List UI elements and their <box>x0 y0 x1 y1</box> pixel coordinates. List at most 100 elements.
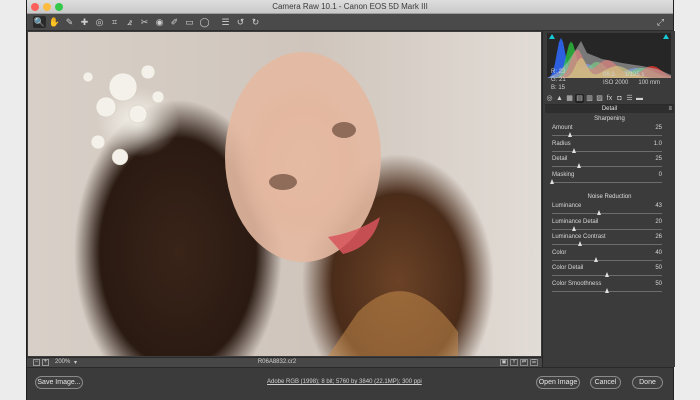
slider-label: Amount <box>552 125 573 131</box>
blue-readout: B: 15 <box>551 85 566 91</box>
slider-luminance-detail[interactable]: Luminance Detail 20 <box>552 219 662 234</box>
slider-value[interactable]: 1.0 <box>654 141 662 147</box>
slider-color[interactable]: Color 40 <box>552 250 662 265</box>
zoom-in-button[interactable]: + <box>42 359 49 366</box>
swap-settings-button[interactable]: ⇄ <box>520 359 528 366</box>
slider-track[interactable] <box>552 163 662 169</box>
slider-masking[interactable]: Masking 0 <box>549 172 662 187</box>
slider-radius[interactable]: Radius 1.0 <box>552 141 662 156</box>
slider-detail[interactable]: Detail 25 <box>552 156 662 171</box>
photo-preview[interactable] <box>28 32 541 356</box>
snapshots-tab-icon[interactable]: ▬ <box>635 94 644 103</box>
slider-track[interactable] <box>552 210 662 215</box>
close-window-button[interactable] <box>31 3 39 11</box>
crop-icon[interactable]: ⌗ <box>108 16 121 28</box>
rotate-cw-icon[interactable]: ↻ <box>249 16 262 28</box>
slider-thumb[interactable] <box>604 272 609 278</box>
zoom-level[interactable]: 200% <box>55 359 70 365</box>
basic-tab-icon[interactable]: ◎ <box>545 94 554 103</box>
slider-value[interactable]: 50 <box>655 281 662 287</box>
slider-value[interactable]: 50 <box>655 265 662 271</box>
open-image-button[interactable]: Open Image <box>536 376 580 389</box>
slider-label: Radius <box>552 140 571 147</box>
slider-value[interactable]: 0 <box>659 172 662 178</box>
slider-thumb[interactable] <box>571 147 576 153</box>
rotate-ccw-icon[interactable]: ↺ <box>234 16 247 28</box>
tone-curve-tab-icon[interactable]: ▲ <box>555 94 564 103</box>
lens-corrections-tab-icon[interactable]: ▨ <box>595 94 604 103</box>
slider-thumb[interactable] <box>604 288 609 293</box>
white-balance-icon[interactable]: ✎ <box>63 16 76 28</box>
slider-track[interactable] <box>552 288 662 293</box>
slider-value[interactable]: 25 <box>655 156 662 162</box>
shadow-clipping-warning-icon[interactable] <box>549 34 555 39</box>
zoom-window-button[interactable] <box>55 3 63 11</box>
slider-track[interactable] <box>552 241 662 247</box>
effects-tab-icon[interactable]: fx <box>605 94 614 103</box>
slider-track[interactable] <box>552 132 662 137</box>
targeted-adjustment-icon[interactable]: ◎ <box>93 16 106 28</box>
portrait-illustration <box>82 52 458 356</box>
split-toning-tab-icon[interactable]: ▥ <box>585 94 594 103</box>
image-preview-area[interactable] <box>27 31 542 357</box>
slider-thumb[interactable] <box>596 210 601 215</box>
red-eye-icon[interactable]: ◉ <box>153 16 166 28</box>
zoom-icon[interactable]: 🔍 <box>33 16 46 28</box>
slider-luminance-contrast[interactable]: Luminance Contrast 26 <box>552 234 662 249</box>
slider-value[interactable]: 40 <box>655 250 662 256</box>
toggle-before-after-button[interactable]: Y <box>510 359 518 366</box>
slider-thumb[interactable] <box>593 256 598 262</box>
preferences-icon[interactable]: ☰ <box>219 16 232 28</box>
hsl-tab-icon[interactable]: ▤ <box>575 94 584 103</box>
adjustment-brush-icon[interactable]: ✐ <box>168 16 181 28</box>
zoom-dropdown-icon[interactable]: ▾ <box>74 359 77 366</box>
graduated-filter-icon[interactable]: ▭ <box>183 16 196 28</box>
done-button[interactable]: Done <box>632 376 663 389</box>
slider-thumb[interactable] <box>571 225 576 231</box>
color-sampler-icon[interactable]: ✚ <box>78 16 91 28</box>
panel-title: Detail <box>601 106 618 112</box>
slider-thumb[interactable] <box>577 163 581 169</box>
highlight-clipping-warning-icon[interactable] <box>663 34 669 39</box>
preview-status-bar: − + 200% ▾ R06A8832.cr2 ▣ Y ⇄ ☰ <box>27 357 542 367</box>
slider-color-smoothness[interactable]: Color Smoothness 50 <box>552 281 662 296</box>
detail-tab-icon[interactable]: ▦ <box>565 94 574 103</box>
save-image-button[interactable]: Save Image... <box>35 376 83 389</box>
slider-track[interactable] <box>552 256 662 262</box>
slider-thumb[interactable] <box>568 132 573 137</box>
hand-icon[interactable]: ✋ <box>48 16 61 28</box>
slider-track[interactable] <box>552 272 662 278</box>
fullscreen-icon[interactable]: ⤢ <box>654 16 667 28</box>
preview-settings-button[interactable]: ☰ <box>530 359 538 366</box>
presets-tab-icon[interactable]: ☰ <box>625 94 634 103</box>
slider-value[interactable]: 20 <box>655 219 662 225</box>
before-after-view-button[interactable]: ▣ <box>500 359 508 366</box>
slider-track[interactable] <box>552 225 662 231</box>
panel-menu-icon[interactable]: ≡ <box>668 105 672 113</box>
window-title: Camera Raw 10.1 - Canon EOS 5D Mark III <box>272 2 428 11</box>
slider-color-detail[interactable]: Color Detail 50 <box>552 265 662 280</box>
zoom-out-button[interactable]: − <box>33 359 40 366</box>
cancel-button[interactable]: Cancel <box>590 376 621 389</box>
straighten-icon[interactable]: ⦨ <box>123 16 136 28</box>
window-controls <box>31 3 63 11</box>
slider-thumb[interactable] <box>578 241 583 247</box>
slider-luminance[interactable]: Luminance 43 <box>552 203 662 218</box>
slider-amount[interactable]: Amount 25 <box>552 125 662 140</box>
slider-value[interactable]: 26 <box>655 234 662 240</box>
shutter-speed: 1/125 s <box>624 72 645 78</box>
slider-track[interactable] <box>552 147 662 153</box>
tool-group: 🔍 ✋ ✎ ✚ ◎ ⌗ ⦨ ✂ ◉ ✐ ▭ ◯ ☰ ↺ ↻ <box>33 16 262 28</box>
minimize-window-button[interactable] <box>43 3 51 11</box>
slider-thumb[interactable] <box>549 178 554 184</box>
slider-value[interactable]: 25 <box>655 125 662 131</box>
radial-filter-icon[interactable]: ◯ <box>198 16 211 28</box>
camera-raw-window: Camera Raw 10.1 - Canon EOS 5D Mark III … <box>26 0 675 400</box>
slider-label: Luminance Contrast <box>552 234 606 241</box>
slider-track[interactable] <box>549 178 662 184</box>
spot-removal-icon[interactable]: ✂ <box>138 16 151 28</box>
iso: ISO 2000 <box>603 80 629 86</box>
slider-value[interactable]: 43 <box>655 203 662 209</box>
workflow-options-link[interactable]: Adobe RGB (1998); 8 bit; 5760 by 3840 (2… <box>267 379 422 385</box>
camera-calibration-tab-icon[interactable]: ◘ <box>615 94 624 103</box>
